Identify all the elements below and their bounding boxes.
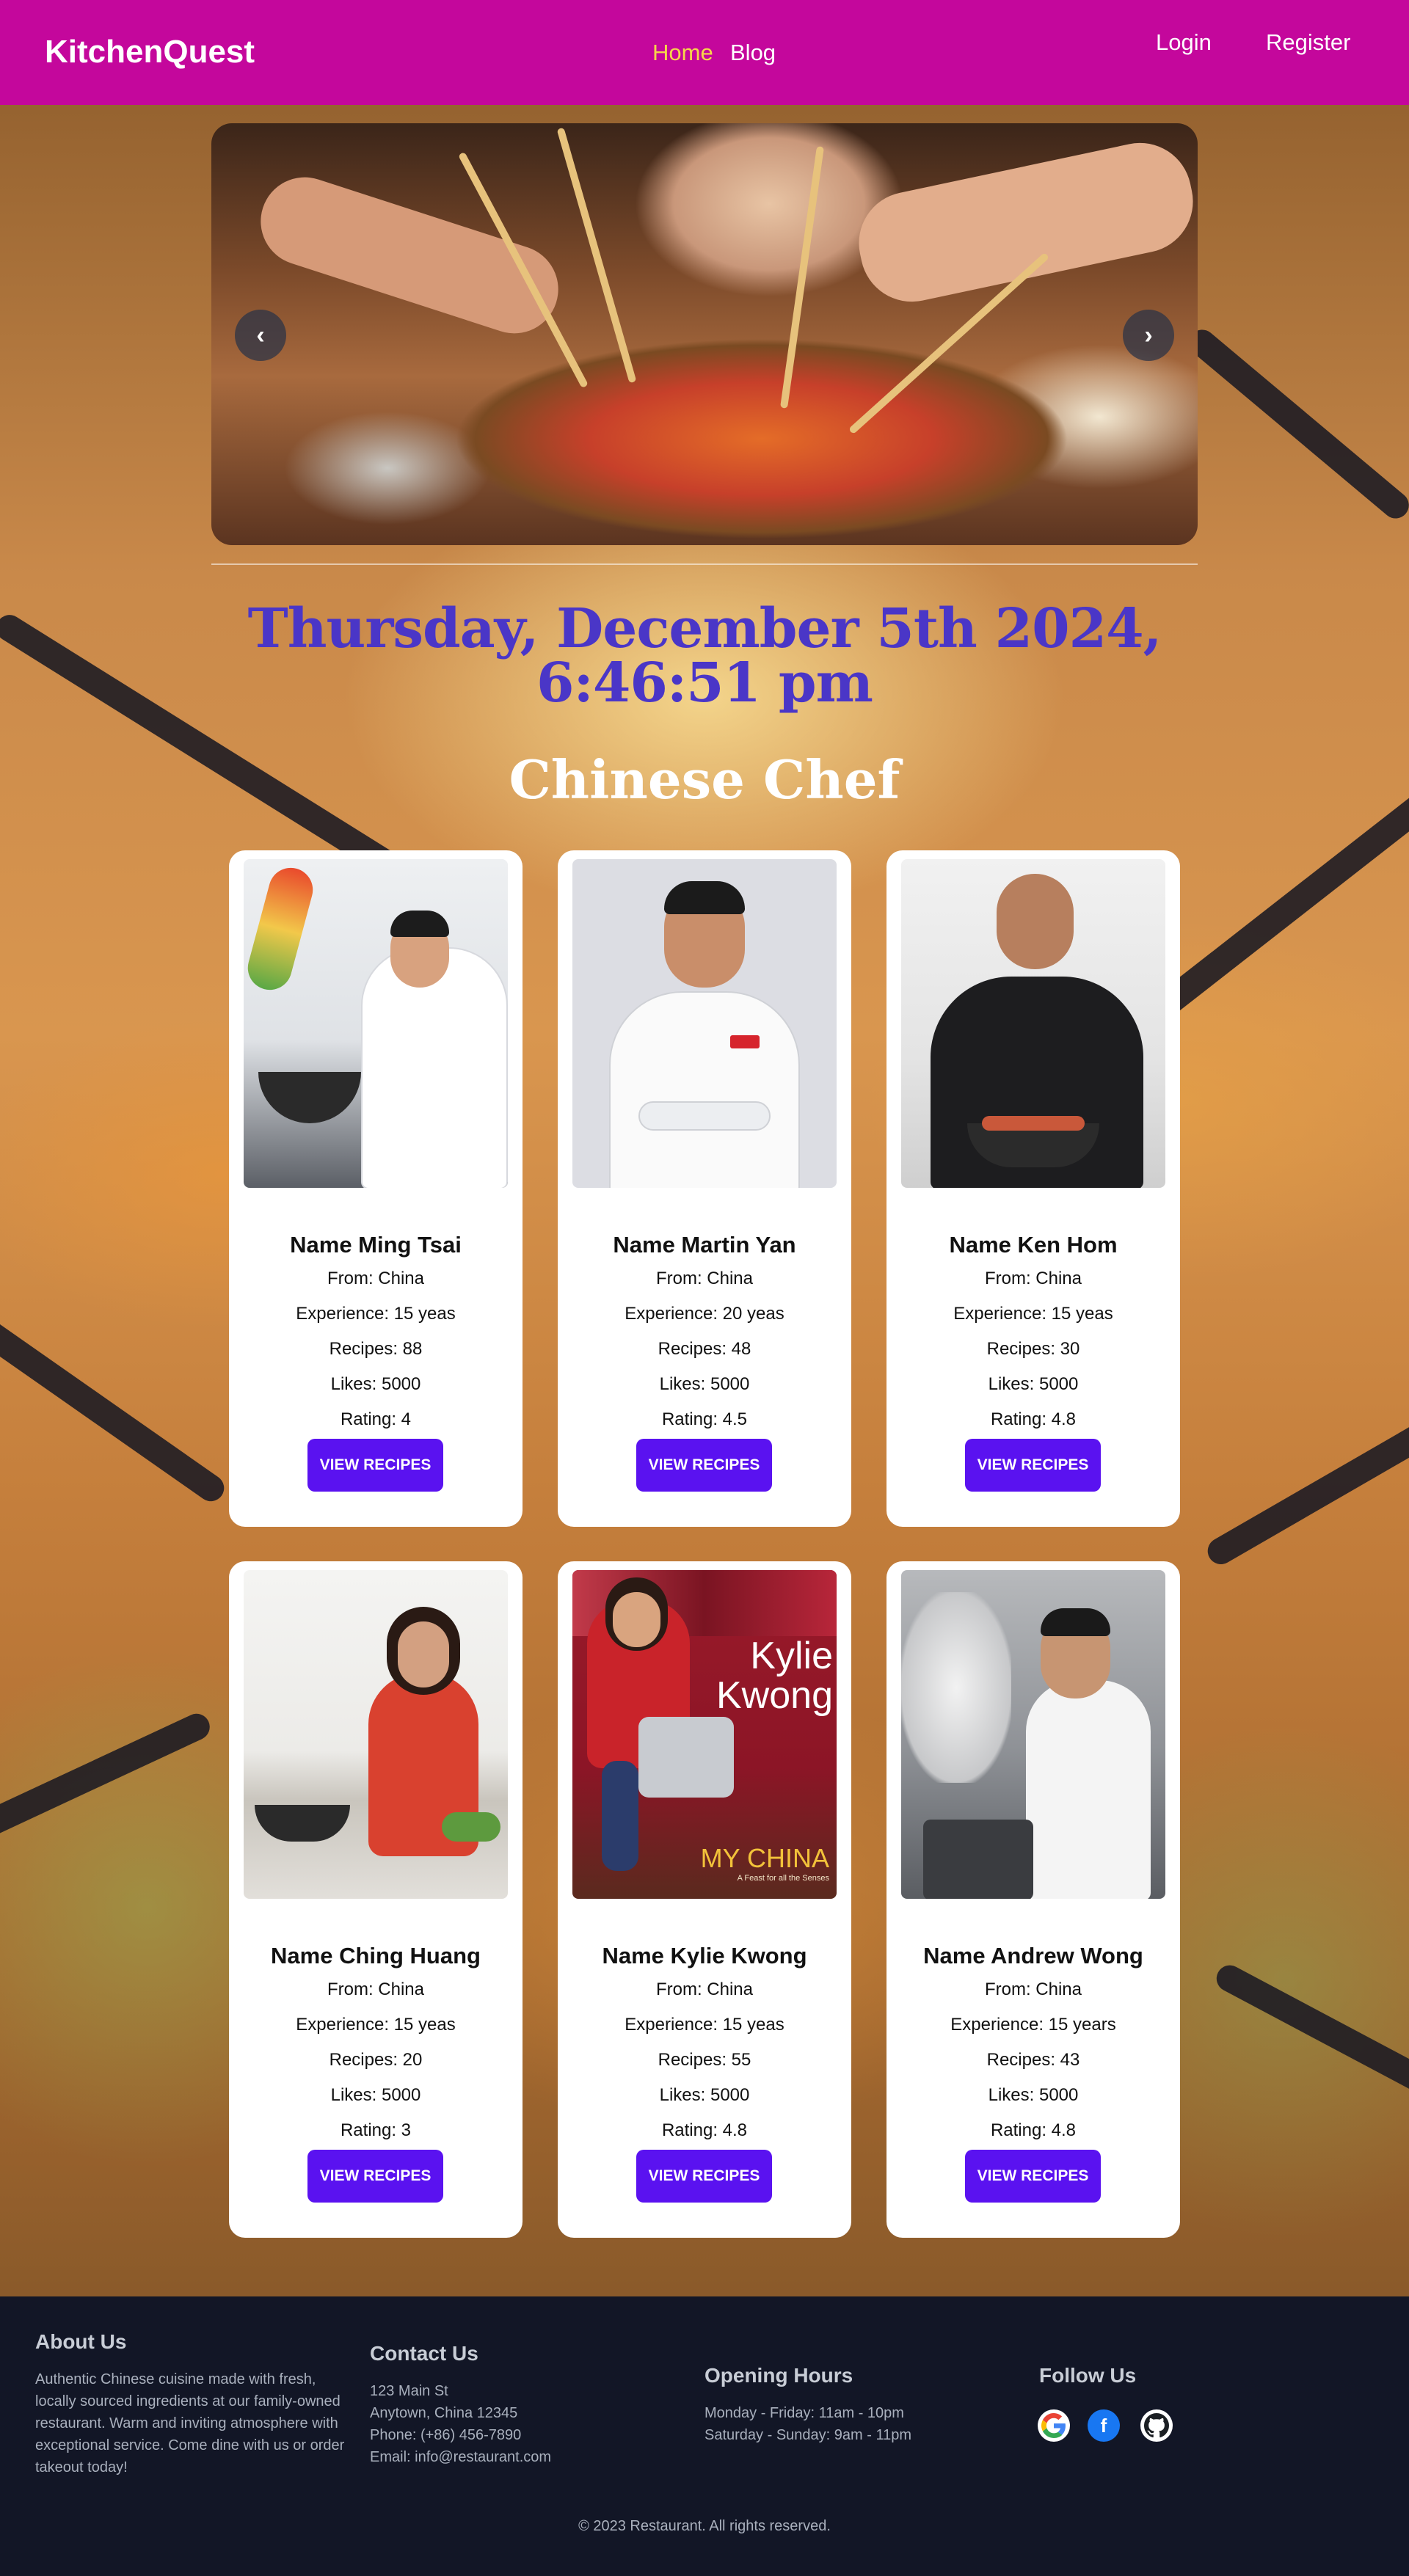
view-recipes-button[interactable]: VIEW RECIPES xyxy=(965,2150,1101,2203)
chevron-left-icon: ‹ xyxy=(256,321,265,349)
chef-likes: Likes: 5000 xyxy=(330,1374,421,1394)
chef-photo xyxy=(572,859,837,1188)
chef-recipes: Recipes: 88 xyxy=(329,1339,423,1359)
chef-rating: Rating: 4.8 xyxy=(661,2120,748,2140)
section-divider xyxy=(211,563,1198,565)
chef-experience: Experience: 15 yeas xyxy=(625,2015,784,2035)
contact-text: 123 Main St Anytown, China 12345 Phone: … xyxy=(370,2380,551,2468)
chef-photo: Kylie Kwong MY CHINA A Feast for all the… xyxy=(572,1570,837,1899)
chef-recipes: Recipes: 55 xyxy=(658,2050,751,2070)
brand-logo[interactable]: KitchenQuest xyxy=(45,34,255,70)
chef-likes: Likes: 5000 xyxy=(988,1374,1079,1394)
chef-card: Kylie Kwong MY CHINA A Feast for all the… xyxy=(558,1561,851,2238)
chef-origin: From: China xyxy=(655,1980,754,1999)
google-icon xyxy=(1041,2413,1066,2438)
contact-email[interactable]: Email: info@restaurant.com xyxy=(370,2446,551,2468)
github-link[interactable] xyxy=(1140,2409,1173,2442)
chef-likes: Likes: 5000 xyxy=(988,2085,1079,2105)
chef-rating: Rating: 3 xyxy=(340,2120,412,2140)
follow-heading: Follow Us xyxy=(1039,2364,1137,2387)
facebook-link[interactable]: f xyxy=(1088,2409,1120,2442)
datetime-date: Thursday, December 5th 2024, xyxy=(247,597,1162,660)
chef-experience: Experience: 15 yeas xyxy=(296,1304,456,1324)
chef-rating: Rating: 4.8 xyxy=(990,2120,1077,2140)
chef-name: Name Ming Tsai xyxy=(290,1232,462,1258)
hero-carousel: ‹ › xyxy=(211,123,1198,545)
hours-heading: Opening Hours xyxy=(704,2364,853,2387)
chef-name: Name Andrew Wong xyxy=(923,1943,1143,1969)
about-text: Authentic Chinese cuisine made with fres… xyxy=(35,2371,345,2475)
chef-photo xyxy=(244,1570,508,1899)
view-recipes-button[interactable]: VIEW RECIPES xyxy=(636,1439,772,1492)
chef-recipes: Recipes: 30 xyxy=(986,1339,1080,1359)
site-footer: About Us Authentic Chinese cuisine made … xyxy=(0,2296,1409,2576)
chef-experience: Experience: 15 yeas xyxy=(296,2015,456,2035)
chevron-right-icon: › xyxy=(1144,321,1153,349)
chef-experience: Experience: 15 yeas xyxy=(953,1304,1113,1324)
chef-card: Name Ming Tsai From: China Experience: 1… xyxy=(229,850,523,1527)
chef-rating: Rating: 4.5 xyxy=(661,1409,748,1429)
chef-origin: From: China xyxy=(984,1269,1082,1288)
facebook-icon: f xyxy=(1100,2414,1107,2437)
chef-experience: Experience: 20 yeas xyxy=(625,1304,784,1324)
chef-recipes: Recipes: 48 xyxy=(658,1339,751,1359)
chef-card: Name Ching Huang From: China Experience:… xyxy=(229,1561,523,2238)
chef-rating: Rating: 4.8 xyxy=(990,1409,1077,1429)
chef-photo xyxy=(901,859,1165,1188)
chef-likes: Likes: 5000 xyxy=(659,1374,750,1394)
view-recipes-button[interactable]: VIEW RECIPES xyxy=(636,2150,772,2203)
chef-origin: From: China xyxy=(984,1980,1082,1999)
carousel-image xyxy=(211,123,1198,545)
login-link[interactable]: Login xyxy=(1156,29,1212,56)
chef-name: Name Ching Huang xyxy=(271,1943,481,1969)
nav-link-blog[interactable]: Blog xyxy=(730,40,776,66)
chef-photo xyxy=(244,859,508,1188)
register-link[interactable]: Register xyxy=(1266,29,1350,56)
chef-origin: From: China xyxy=(327,1980,425,1999)
chef-name: Name Ken Hom xyxy=(949,1232,1118,1258)
view-recipes-button[interactable]: VIEW RECIPES xyxy=(307,2150,443,2203)
view-recipes-button[interactable]: VIEW RECIPES xyxy=(307,1439,443,1492)
current-datetime: Thursday, December 5th 2024, 6:46:51 pm xyxy=(211,602,1198,710)
chef-rating: Rating: 4 xyxy=(340,1409,412,1429)
book-title: Kylie Kwong xyxy=(716,1635,833,1717)
chef-origin: From: China xyxy=(327,1269,425,1288)
copyright-text: © 2023 Restaurant. All rights reserved. xyxy=(578,2518,831,2534)
hours-text: Monday - Friday: 11am - 10pm Saturday - … xyxy=(704,2405,911,2443)
chef-origin: From: China xyxy=(655,1269,754,1288)
chef-experience: Experience: 15 years xyxy=(950,2015,1116,2035)
top-navbar: KitchenQuest Home Blog Login Register xyxy=(0,0,1409,105)
chef-card: Name Andrew Wong From: China Experience:… xyxy=(886,1561,1180,2238)
chef-card: Name Ken Hom From: China Experience: 15 … xyxy=(886,850,1180,1527)
book-tagline: A Feast for all the Senses xyxy=(737,1874,829,1883)
nav-link-home[interactable]: Home xyxy=(652,40,713,66)
datetime-time: 6:46:51 pm xyxy=(536,652,873,715)
section-title: Chinese Chef xyxy=(509,748,900,811)
chef-photo xyxy=(901,1570,1165,1899)
view-recipes-button[interactable]: VIEW RECIPES xyxy=(965,1439,1101,1492)
about-heading: About Us xyxy=(35,2330,127,2353)
github-icon xyxy=(1144,2413,1169,2438)
chef-name: Name Martin Yan xyxy=(613,1232,796,1258)
chef-name: Name Kylie Kwong xyxy=(602,1943,807,1969)
chef-likes: Likes: 5000 xyxy=(330,2085,421,2105)
carousel-prev-button[interactable]: ‹ xyxy=(235,310,286,361)
chef-recipes: Recipes: 20 xyxy=(329,2050,423,2070)
google-link[interactable] xyxy=(1038,2409,1070,2442)
chef-recipes: Recipes: 43 xyxy=(986,2050,1080,2070)
book-subtitle: MY CHINA xyxy=(700,1843,829,1873)
chef-card: Name Martin Yan From: China Experience: … xyxy=(558,850,851,1527)
chef-likes: Likes: 5000 xyxy=(659,2085,750,2105)
contact-heading: Contact Us xyxy=(370,2342,478,2365)
carousel-next-button[interactable]: › xyxy=(1123,310,1174,361)
